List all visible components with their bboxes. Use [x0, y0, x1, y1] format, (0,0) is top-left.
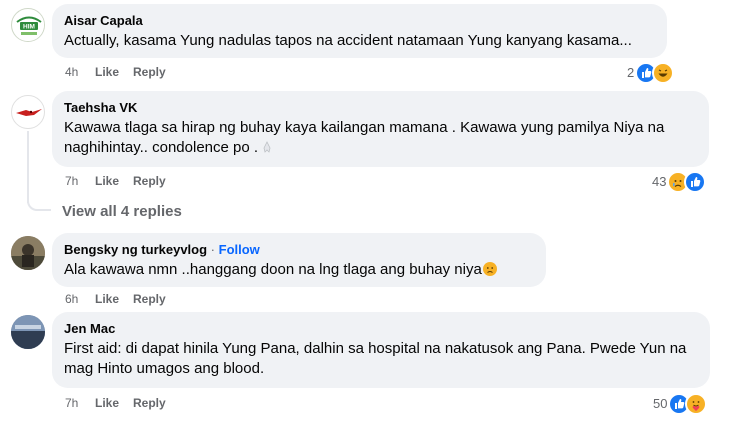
comment-time[interactable]: 7h	[65, 173, 95, 189]
pray-emoji-icon	[263, 141, 271, 153]
reply-button[interactable]: Reply	[133, 291, 166, 307]
comment-text-content: Kawawa tlaga sa hirap ng buhay kaya kail…	[64, 119, 665, 156]
reply-button[interactable]: Reply	[133, 395, 166, 411]
avatar[interactable]: HIM	[11, 8, 45, 42]
comment-bubble: Taehsha VK Kawawa tlaga sa hirap ng buha…	[52, 91, 709, 167]
reaction-count: 43	[652, 174, 667, 189]
profile-photo-icon	[11, 236, 45, 270]
comment-time[interactable]: 6h	[65, 291, 95, 307]
comment-actions: 6h Like Reply	[65, 291, 180, 307]
like-button[interactable]: Like	[95, 395, 119, 411]
comment-bubble: Aisar Capala Actually, kasama Yung nadul…	[52, 4, 667, 58]
care-reaction-icon	[685, 393, 708, 415]
comment-text: Kawawa tlaga sa hirap ng buhay kaya kail…	[64, 118, 697, 158]
comment-author[interactable]: Aisar Capala	[64, 12, 655, 29]
reaction-count: 2	[627, 65, 635, 80]
reply-thread-connector	[27, 196, 51, 211]
comment-actions: 4h Like Reply	[65, 64, 180, 80]
comment-text: Actually, kasama Yung nadulas tapos na a…	[64, 32, 632, 49]
reaction-summary[interactable]: 50	[653, 393, 708, 415]
like-button[interactable]: Like	[95, 64, 119, 80]
avatar[interactable]	[11, 315, 45, 349]
like-button[interactable]: Like	[95, 291, 119, 307]
comment-author-name[interactable]: Bengsky ng turkeyvlog	[64, 242, 207, 257]
reply-button[interactable]: Reply	[133, 64, 166, 80]
separator-dot: ·	[210, 242, 216, 257]
comment-author[interactable]: Jen Mac	[64, 320, 698, 337]
comment-actions: 7h Like Reply	[65, 173, 180, 189]
comment-author: Bengsky ng turkeyvlog · Follow	[64, 241, 534, 258]
comment-time[interactable]: 7h	[65, 395, 95, 411]
sad-emoji-icon	[482, 262, 497, 276]
view-replies-link[interactable]: View all 4 replies	[62, 203, 182, 220]
reaction-count: 50	[653, 396, 668, 411]
bird-avatar-icon	[16, 109, 42, 116]
profile-photo-icon	[11, 315, 45, 349]
like-button[interactable]: Like	[95, 173, 119, 189]
avatar[interactable]	[11, 236, 45, 270]
follow-button[interactable]: Follow	[219, 242, 260, 257]
avatar-logo-text: HIM	[23, 24, 35, 31]
comment-text-content: Ala kawawa nmn ..hanggang doon na lng tl…	[64, 261, 482, 278]
avatar[interactable]	[11, 95, 45, 129]
comment-bubble: Jen Mac First aid: di dapat hinila Yung …	[52, 312, 710, 388]
him-home-logo-icon: HIM	[13, 10, 44, 41]
reply-button[interactable]: Reply	[133, 173, 166, 189]
reaction-summary[interactable]: 43	[652, 171, 707, 193]
comment-bubble: Bengsky ng turkeyvlog · Follow Ala kawaw…	[52, 233, 546, 287]
comment-actions: 7h Like Reply	[65, 395, 180, 411]
haha-reaction-icon	[652, 62, 675, 84]
comment-time[interactable]: 4h	[65, 64, 95, 80]
comment-author[interactable]: Taehsha VK	[64, 99, 697, 116]
like-reaction-icon	[684, 171, 707, 193]
reply-thread-line	[27, 131, 29, 203]
reaction-summary[interactable]: 2	[627, 62, 675, 84]
comment-text: First aid: di dapat hinila Yung Pana, da…	[64, 340, 687, 377]
comment-text: Ala kawawa nmn ..hanggang doon na lng tl…	[64, 260, 534, 280]
